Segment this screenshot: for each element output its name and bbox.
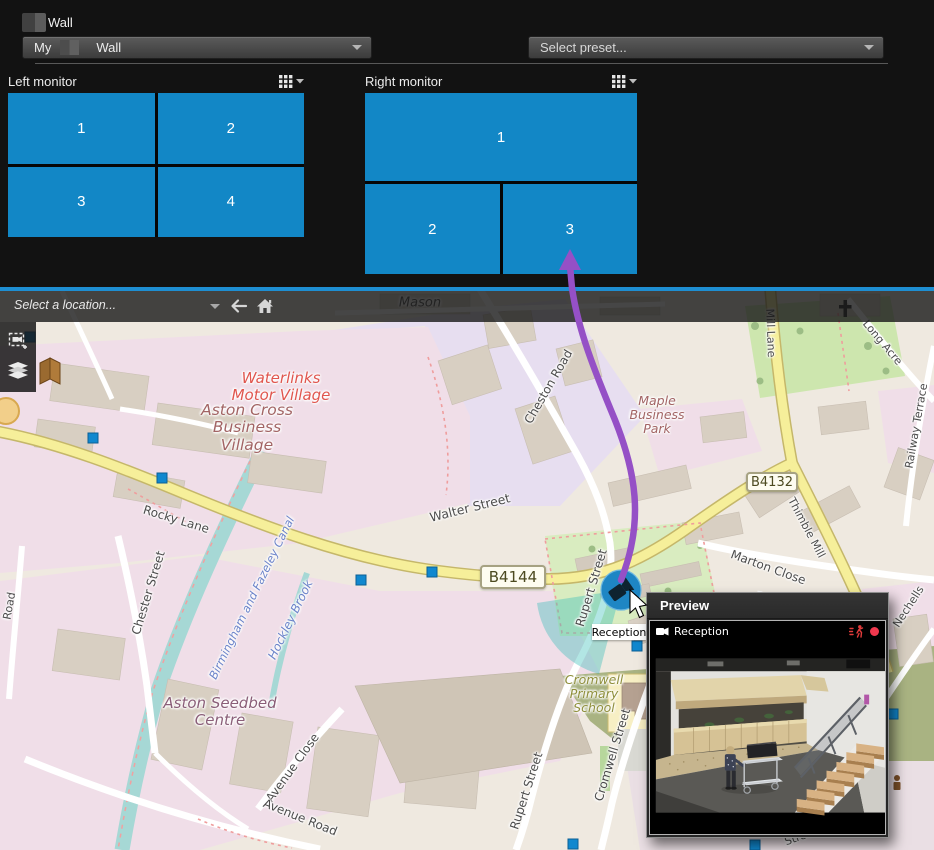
camera-marker[interactable] [750, 840, 761, 850]
camera-marker[interactable] [157, 473, 168, 484]
camera-name: Reception [674, 625, 844, 638]
wall-selector-prefix: My [34, 40, 51, 55]
smart-wall-panel: Wall My Wall Select preset... Left monit… [0, 0, 934, 287]
layers-icon[interactable] [8, 362, 28, 379]
chevron-down-icon[interactable] [210, 304, 220, 309]
recording-dot [870, 627, 879, 636]
preset-selector-dropdown[interactable]: Select preset... [528, 36, 884, 59]
camera-name-chip: Reception [592, 624, 646, 640]
left-monitor-header: Left monitor [8, 71, 304, 91]
chevron-down-icon[interactable] [352, 45, 362, 50]
preview-popup-title: Preview [647, 593, 888, 619]
right-monitor-layout: 1 2 3 [365, 93, 637, 274]
camera-marker[interactable] [888, 709, 899, 720]
camera-tile: Reception [649, 620, 886, 835]
right-monitor-title: Right monitor [365, 74, 442, 89]
camera-marker[interactable] [427, 567, 438, 578]
map-camera-reception [601, 570, 641, 610]
camera-marker[interactable] [88, 433, 99, 444]
layout-grid-button[interactable] [612, 75, 637, 88]
map-toolbar: Select a location... [0, 291, 934, 322]
camera-preview-image [650, 641, 885, 834]
left-monitor-title: Left monitor [8, 74, 77, 89]
divider [35, 63, 888, 64]
wall-tile[interactable]: 3 [8, 167, 155, 238]
pedestrian-icon [894, 775, 901, 790]
grid-layout-icon [612, 75, 626, 88]
wall-tile[interactable]: 1 [365, 93, 637, 181]
left-monitor-layout: 1 2 3 4 [8, 93, 304, 237]
map-tools-strip [0, 322, 36, 392]
preview-popup: Preview Reception [646, 592, 889, 838]
motion-icon [849, 625, 865, 638]
location-selector[interactable]: Select a location... [14, 298, 116, 312]
wall-toggle-label: Wall [48, 15, 73, 30]
wall-tile[interactable]: 3 [503, 184, 638, 274]
wall-selector-dropdown[interactable]: My Wall [22, 36, 372, 59]
preset-placeholder: Select preset... [540, 40, 627, 55]
chevron-down-icon [629, 78, 637, 84]
camera-marker[interactable] [568, 839, 579, 850]
smart-client-window: Wall My Wall Select preset... Left monit… [0, 0, 934, 850]
chevron-down-icon[interactable] [864, 45, 874, 50]
layout-grid-button[interactable] [279, 75, 304, 88]
camera-marker[interactable] [356, 575, 367, 586]
camera-tile-header: Reception [650, 621, 885, 641]
select-cameras-icon[interactable] [8, 331, 28, 351]
wall-tile[interactable]: 2 [158, 93, 305, 164]
reception-scene [656, 659, 885, 816]
wall-toggle[interactable] [22, 13, 46, 32]
camera-marker[interactable] [632, 641, 643, 652]
wall-tile[interactable]: 1 [8, 93, 155, 164]
home-icon[interactable] [256, 298, 274, 314]
wall-tile[interactable]: 4 [158, 167, 305, 238]
chevron-down-icon [296, 78, 304, 84]
selected-view-border [0, 287, 934, 291]
wall-selector-value: Wall [96, 40, 121, 55]
back-icon[interactable] [228, 298, 248, 314]
redacted-text-block [60, 40, 79, 55]
grid-layout-icon [279, 75, 293, 88]
right-monitor-header: Right monitor [365, 71, 637, 91]
wall-tile[interactable]: 2 [365, 184, 500, 274]
camera-icon [656, 627, 669, 636]
